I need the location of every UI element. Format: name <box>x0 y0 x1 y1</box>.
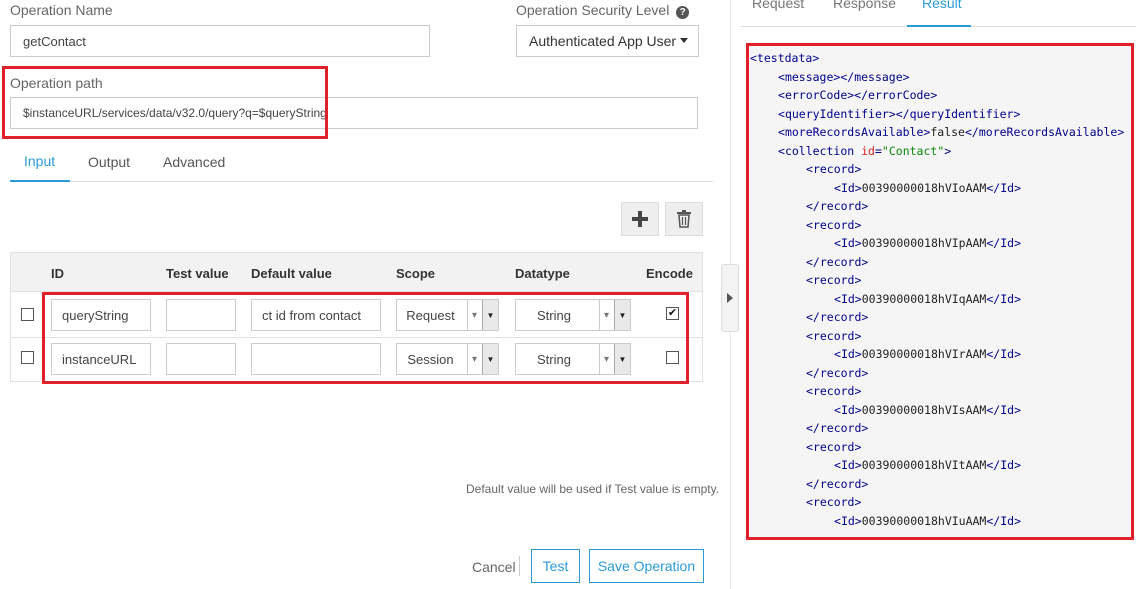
xml-line: </record> <box>806 254 869 269</box>
param-datatype-select[interactable]: String ▾ ▼ <box>515 343 631 375</box>
add-parameter-button[interactable] <box>621 202 659 236</box>
caret-right-icon <box>727 293 733 303</box>
row-divider <box>10 337 703 338</box>
chevron-down-icon: ▾ <box>599 300 613 330</box>
security-level-label: Operation Security Level ? <box>516 2 690 19</box>
default-value-hint: Default value will be used if Test value… <box>466 482 720 496</box>
tab-input-indicator <box>10 180 70 182</box>
trash-icon <box>677 210 691 228</box>
security-level-select[interactable]: Authenticated App User <box>516 25 699 57</box>
xml-line: <errorCode></errorCode> <box>778 88 938 102</box>
param-default-value-input[interactable]: ct id from contact <box>251 299 381 331</box>
plus-icon <box>632 211 648 227</box>
xml-line: <testdata> <box>750 51 820 65</box>
param-id-input[interactable]: queryString <box>51 299 151 331</box>
xml-line: <collection id="Contact"> <box>778 144 952 158</box>
chevron-down-icon: ▼ <box>614 344 630 374</box>
col-encode: Encode <box>646 266 693 281</box>
cancel-button[interactable]: Cancel <box>472 559 516 575</box>
datatype-value: String <box>537 351 571 367</box>
chevron-down-icon: ▼ <box>482 300 498 330</box>
param-datatype-select[interactable]: String ▾ ▼ <box>515 299 631 331</box>
xml-line: <Id>00390000018hVItAAM</Id> <box>834 458 1022 472</box>
tab-output[interactable]: Output <box>88 154 130 170</box>
encode-checkbox[interactable] <box>666 351 679 364</box>
help-icon[interactable]: ? <box>676 6 690 19</box>
col-id: ID <box>51 266 64 281</box>
col-test-value: Test value <box>166 266 229 281</box>
chevron-down-icon: ▾ <box>467 344 481 374</box>
xml-line: </record> <box>806 199 869 213</box>
xml-line: <record> <box>806 439 862 454</box>
tab-advanced[interactable]: Advanced <box>163 154 225 170</box>
operation-path-label: Operation path <box>10 75 103 91</box>
encode-checkbox[interactable]: ✔ <box>666 307 679 320</box>
xml-line: <record> <box>806 273 862 287</box>
collapse-panel-handle[interactable] <box>721 264 739 332</box>
xml-line: </record> <box>806 476 869 491</box>
param-scope-select[interactable]: Request ▾ ▼ <box>396 299 499 331</box>
col-datatype: Datatype <box>515 266 570 281</box>
action-divider <box>519 556 520 576</box>
xml-line: <record> <box>806 217 862 232</box>
tab-result[interactable]: Result <box>922 0 962 11</box>
param-test-value-input[interactable] <box>166 299 236 331</box>
chevron-down-icon: ▼ <box>482 344 498 374</box>
xml-line: <Id>00390000018hVIoAAM</Id> <box>834 180 1022 195</box>
xml-line: <moreRecordsAvailable>false</moreRecords… <box>778 125 1125 139</box>
chevron-down-icon: ▾ <box>467 300 481 330</box>
operation-path-input[interactable]: $instanceURL/services/data/v32.0/query?q… <box>10 97 698 129</box>
xml-line: <queryIdentifier></queryIdentifier> <box>778 107 1021 121</box>
xml-line: <Id>00390000018hVIuAAM</Id> <box>834 513 1022 528</box>
test-button[interactable]: Test <box>531 549 580 583</box>
xml-line: <Id>00390000018hVIsAAM</Id> <box>834 402 1022 417</box>
chevron-down-icon: ▼ <box>614 300 630 330</box>
operation-name-input[interactable]: getContact <box>10 25 430 57</box>
xml-line: <record> <box>806 384 862 398</box>
tab-input[interactable]: Input <box>24 153 55 169</box>
table-header <box>10 252 703 292</box>
scope-value: Session <box>407 351 454 367</box>
xml-line: <record> <box>806 495 862 509</box>
datatype-value: String <box>537 307 571 323</box>
security-level-value: Authenticated App User <box>529 33 677 49</box>
delete-parameter-button[interactable] <box>665 202 703 236</box>
xml-line: <Id>00390000018hVIrAAM</Id> <box>834 347 1022 361</box>
xml-line: <record> <box>806 328 862 343</box>
param-scope-select[interactable]: Session ▾ ▼ <box>396 343 499 375</box>
col-default-value: Default value <box>251 266 332 281</box>
tab-request[interactable]: Request <box>752 0 804 11</box>
caret-down-icon <box>680 38 688 43</box>
tab-response[interactable]: Response <box>833 0 896 11</box>
col-scope: Scope <box>396 266 436 281</box>
xml-line: </record> <box>806 421 869 435</box>
xml-line: </record> <box>806 365 869 380</box>
result-xml-viewer: <testdata> <message></message> <errorCod… <box>748 44 1134 538</box>
security-level-label-text: Operation Security Level <box>516 2 670 18</box>
param-test-value-input[interactable] <box>166 343 236 375</box>
operation-name-label: Operation Name <box>10 2 113 18</box>
xml-line: <Id>00390000018hVIpAAM</Id> <box>834 236 1022 250</box>
xml-line: </record> <box>806 310 869 324</box>
chevron-down-icon: ▾ <box>599 344 613 374</box>
xml-line: <message></message> <box>778 70 910 84</box>
tabs-divider <box>10 181 713 182</box>
row-select-checkbox[interactable] <box>21 351 34 364</box>
param-default-value-input[interactable] <box>251 343 381 375</box>
row-select-checkbox[interactable] <box>21 308 34 321</box>
save-operation-button[interactable]: Save Operation <box>589 549 704 583</box>
xml-line: <record> <box>806 162 862 176</box>
tab-result-indicator <box>907 25 971 27</box>
scope-value: Request <box>406 307 455 323</box>
xml-line: <Id>00390000018hVIqAAM</Id> <box>834 291 1022 306</box>
param-id-input[interactable]: instanceURL <box>51 343 151 375</box>
